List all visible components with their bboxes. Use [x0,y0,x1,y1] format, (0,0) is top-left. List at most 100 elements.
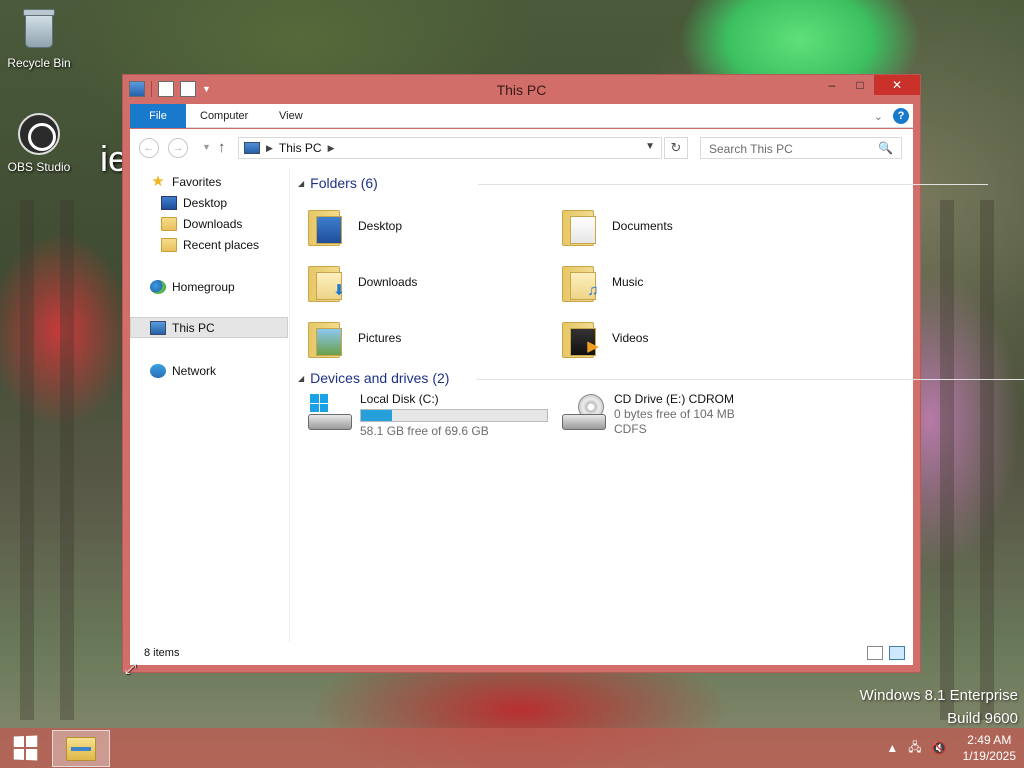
hard-drive-icon [306,392,354,436]
ribbon-tabs: File Computer View ⌄ ? [130,104,913,128]
folder-videos[interactable]: ▶ Videos [562,313,792,363]
sidebar-item-homegroup[interactable]: Homegroup [130,276,288,297]
breadcrumb-arrow-icon[interactable]: ▶ [266,143,273,154]
folder-label: Videos [612,331,649,345]
group-header-label: Folders (6) [310,175,378,191]
refresh-button[interactable]: ↻ [664,137,688,159]
desktop-folder-icon [308,206,348,246]
sidebar-item-downloads[interactable]: Downloads [130,213,288,234]
file-explorer-window: ▼ This PC – □ ✕ File Computer View ⌄ ? ←… [122,74,1024,673]
divider [478,184,988,185]
obs-studio-icon [17,112,61,156]
view-toggle [867,646,905,660]
tab-computer[interactable]: Computer [200,104,248,128]
desktop-icon-recycle-bin[interactable]: Recycle Bin [0,8,79,70]
search-input[interactable]: Search This PC 🔍 [700,137,902,159]
clock-date: 1/19/2025 [962,749,1016,763]
folder-desktop[interactable]: Desktop [308,201,538,251]
documents-folder-icon [562,206,602,246]
clock-time: 2:49 AM [967,733,1012,747]
collapse-icon[interactable]: ◢ [298,374,304,383]
address-dropdown-icon[interactable]: ▼ [645,141,655,152]
start-button[interactable] [0,728,50,768]
collapse-icon[interactable]: ◢ [298,179,304,188]
tab-file[interactable]: File [130,104,186,128]
group-header-label: Devices and drives (2) [310,370,450,386]
network-icon [150,363,166,378]
search-placeholder: Search This PC [709,142,793,156]
address-bar[interactable]: ▶ This PC ▶ ▼ [238,137,662,159]
content-area: ★ Favorites Desktop Downloads Recent pla… [130,167,1024,642]
sidebar-item-recent-places[interactable]: Recent places [130,234,288,255]
sidebar-item-desktop[interactable]: Desktop [130,192,288,213]
maximize-button[interactable]: □ [846,75,874,95]
sidebar-item-this-pc[interactable]: This PC [130,317,288,338]
downloads-folder-icon [161,216,177,231]
breadcrumb-this-pc[interactable]: This PC [279,141,322,155]
desktop-icon-label: Recycle Bin [7,56,71,70]
recent-locations-dropdown[interactable]: ▼ [202,142,211,152]
resize-cursor-icon: ⤢ [125,660,137,676]
ribbon-controls: ⌄ ? [874,108,909,124]
sidebar-item-favorites[interactable]: ★ Favorites [130,171,288,192]
sidebar-item-label: Downloads [183,216,243,231]
folder-downloads[interactable]: ⬇ Downloads [308,257,538,307]
caption-buttons: – □ ✕ [818,75,920,95]
homegroup-icon [150,279,166,294]
status-bar: 8 items [130,642,913,665]
expand-ribbon-icon[interactable]: ⌄ [874,110,883,123]
sidebar-item-label: Desktop [183,195,228,210]
folder-label: Desktop [358,219,403,233]
forward-button[interactable]: → [168,138,188,158]
drive-local-disk-c[interactable]: Local Disk (C:) 58.1 GB free of 69.6 GB [306,392,556,444]
sidebar-item-label: Favorites [172,174,222,189]
back-button[interactable]: ← [139,138,159,158]
title-bar[interactable]: ▼ This PC – □ ✕ [123,75,920,104]
computer-icon [244,142,260,154]
folder-label: Pictures [358,331,402,345]
breadcrumb-arrow-icon[interactable]: ▶ [328,143,335,154]
folder-music[interactable]: ♫ Music [562,257,792,307]
recent-places-icon [161,237,177,252]
background-fence-post [60,200,74,720]
os-watermark: Windows 8.1 Enterprise Build 9600 [860,684,1018,730]
navigation-pane: ★ Favorites Desktop Downloads Recent pla… [130,167,290,642]
videos-folder-icon: ▶ [562,318,602,358]
window-title: This PC [496,82,547,98]
search-icon[interactable]: 🔍 [878,141,893,155]
file-explorer-icon [66,736,96,761]
volume-muted-icon[interactable]: 🔇 [932,741,947,755]
sidebar-item-label: Recent places [183,237,260,252]
folders-group-header[interactable]: ◢ Folders (6) [298,175,988,191]
drive-cd-e[interactable]: CD Drive (E:) CDROM 0 bytes free of 104 … [560,392,800,444]
up-button[interactable]: ↑ [218,139,226,156]
background-fence-post [20,200,34,720]
close-button[interactable]: ✕ [874,75,920,95]
help-icon[interactable]: ? [893,108,909,124]
system-tray: ▲ 🖧 🔇 2:49 AM 1/19/2025 [886,728,1016,768]
recycle-bin-icon [17,8,61,52]
show-hidden-icons-icon[interactable]: ▲ [886,741,898,755]
item-count: 8 items [144,647,180,659]
details-view-icon[interactable] [867,646,883,660]
large-icons-view-icon[interactable] [889,646,905,660]
downloads-folder-icon: ⬇ [308,262,348,302]
sidebar-item-network[interactable]: Network [130,360,288,381]
windows-logo-icon [13,735,38,761]
folder-pictures[interactable]: Pictures [308,313,538,363]
minimize-button[interactable]: – [818,75,846,95]
capacity-fill [361,410,392,421]
desktop-icon-obs-studio[interactable]: OBS Studio [0,112,79,174]
taskbar-file-explorer[interactable] [52,730,110,767]
folder-label: Downloads [358,275,418,289]
network-status-icon[interactable]: 🖧 [908,738,921,759]
background-fence-post [980,200,994,720]
music-folder-icon: ♫ [562,262,602,302]
star-icon: ★ [151,172,165,190]
tab-view[interactable]: View [279,104,303,128]
drives-group-header[interactable]: ◢ Devices and drives (2) [298,370,1024,386]
folder-label: Music [612,275,644,289]
folder-documents[interactable]: Documents [562,201,792,251]
desktop-icon-label: OBS Studio [7,160,71,174]
clock[interactable]: 2:49 AM 1/19/2025 [963,732,1016,764]
